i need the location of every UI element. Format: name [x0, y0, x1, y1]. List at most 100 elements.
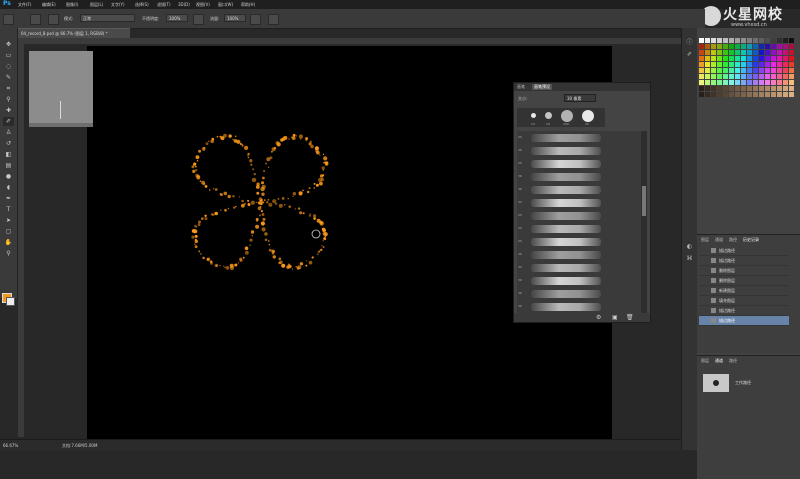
brush-panel-icon[interactable]: ✐ — [685, 50, 694, 59]
color-swatch[interactable] — [789, 86, 794, 91]
color-swatch[interactable] — [759, 86, 764, 91]
color-swatch[interactable] — [783, 38, 788, 43]
gradient-tool-icon[interactable]: ▤ — [3, 161, 14, 170]
tab-brush[interactable]: 画笔 — [517, 84, 525, 90]
color-swatch[interactable] — [777, 86, 782, 91]
color-swatch[interactable] — [729, 80, 734, 85]
type-tool-icon[interactable]: T — [3, 205, 14, 214]
color-swatch[interactable] — [771, 38, 776, 43]
brush-preset-row[interactable]: 36 — [517, 248, 645, 262]
color-swatch[interactable] — [729, 62, 734, 67]
color-swatch[interactable] — [759, 92, 764, 97]
color-swatch[interactable] — [729, 50, 734, 55]
color-swatch[interactable] — [735, 80, 740, 85]
color-swatch[interactable] — [777, 68, 782, 73]
color-swatch[interactable] — [711, 86, 716, 91]
color-swatch[interactable] — [771, 44, 776, 49]
brush-preset-row[interactable]: 25 — [517, 235, 645, 249]
zoom-readout[interactable]: 66.67% — [3, 443, 18, 448]
color-swatch[interactable] — [705, 92, 710, 97]
color-swatch[interactable] — [771, 92, 776, 97]
color-swatch[interactable] — [723, 56, 728, 61]
color-swatch[interactable] — [741, 56, 746, 61]
color-swatch[interactable] — [723, 44, 728, 49]
color-swatch[interactable] — [777, 50, 782, 55]
airbrush-icon[interactable] — [250, 14, 261, 25]
blur-tool-icon[interactable]: ● — [3, 172, 14, 181]
color-swatch[interactable] — [747, 56, 752, 61]
color-swatch[interactable] — [765, 74, 770, 79]
opacity-input[interactable]: 100% — [166, 14, 188, 22]
brush-preset-row[interactable]: 32 — [517, 261, 645, 275]
pressure-size-icon[interactable] — [268, 14, 279, 25]
color-swatch[interactable] — [783, 86, 788, 91]
color-swatch[interactable] — [783, 44, 788, 49]
color-swatch[interactable] — [765, 38, 770, 43]
menu-filter[interactable]: 滤镜(T) — [157, 2, 171, 8]
color-swatch[interactable] — [723, 38, 728, 43]
adjust-panel-icon[interactable]: ◐ — [685, 242, 694, 251]
brush-preset-dot[interactable] — [531, 113, 536, 118]
brush-preset-dot[interactable] — [561, 110, 573, 122]
color-swatch[interactable] — [753, 44, 758, 49]
info-panel-icon[interactable]: ⓘ — [685, 38, 694, 47]
brush-preset-row[interactable]: 25 — [517, 131, 645, 145]
color-swatch[interactable] — [747, 62, 752, 67]
history-item[interactable]: 填充图层 — [699, 296, 789, 306]
color-swatch[interactable] — [753, 80, 758, 85]
history-item[interactable]: 描边路径 — [699, 316, 789, 326]
pen-tool-icon[interactable]: ✒ — [3, 194, 14, 203]
color-swatch[interactable] — [729, 44, 734, 49]
color-swatch[interactable] — [747, 68, 752, 73]
color-swatch[interactable] — [729, 74, 734, 79]
brush-size-input[interactable]: 30 像素 — [564, 94, 596, 102]
color-swatch[interactable] — [777, 56, 782, 61]
new-preset-icon[interactable]: ▣ — [612, 314, 618, 321]
document-tab[interactable]: 04_record_8.psd @ 66.7% (图层 1, RGB/8) * — [18, 28, 130, 38]
color-swatch[interactable] — [747, 92, 752, 97]
hand-tool-icon[interactable]: ✋ — [3, 238, 14, 247]
color-swatch[interactable] — [735, 38, 740, 43]
color-swatch[interactable] — [699, 38, 704, 43]
menu-select[interactable]: 选择(S) — [135, 2, 149, 8]
color-swatch[interactable] — [783, 62, 788, 67]
tab-brush-presets[interactable]: 画笔预设 — [532, 84, 552, 90]
color-swatch[interactable] — [735, 68, 740, 73]
scrollbar-thumb[interactable] — [642, 186, 646, 216]
color-swatch[interactable] — [699, 68, 704, 73]
move-tool-icon[interactable]: ✥ — [3, 40, 14, 49]
color-swatch[interactable] — [747, 50, 752, 55]
color-swatch[interactable] — [753, 92, 758, 97]
color-swatch[interactable] — [729, 38, 734, 43]
flow-input[interactable]: 100% — [224, 14, 246, 22]
color-swatch[interactable] — [789, 68, 794, 73]
menu-help[interactable]: 帮助(H) — [241, 2, 255, 8]
color-swatch[interactable] — [759, 44, 764, 49]
color-swatch[interactable] — [705, 62, 710, 67]
color-swatch[interactable] — [711, 74, 716, 79]
color-swatch[interactable] — [711, 44, 716, 49]
color-swatch[interactable] — [753, 68, 758, 73]
color-swatch[interactable] — [699, 92, 704, 97]
tab-layers[interactable]: 图层 — [701, 237, 709, 243]
history-item[interactable]: 描边路径 — [699, 256, 789, 266]
color-swatch[interactable] — [717, 80, 722, 85]
color-swatch[interactable] — [765, 80, 770, 85]
menu-layer[interactable]: 图层(L) — [90, 2, 103, 8]
color-swatch[interactable] — [699, 50, 704, 55]
color-swatch[interactable] — [741, 92, 746, 97]
color-swatch[interactable] — [711, 80, 716, 85]
color-swatch[interactable] — [717, 56, 722, 61]
color-swatch[interactable] — [777, 74, 782, 79]
brush-preset-row[interactable]: 25 — [517, 157, 645, 171]
color-swatch[interactable] — [783, 56, 788, 61]
menu-3d[interactable]: 3D(D) — [178, 2, 190, 7]
color-swatch[interactable] — [711, 50, 716, 55]
color-swatch[interactable] — [783, 92, 788, 97]
color-swatch[interactable] — [741, 74, 746, 79]
brush-preset-row[interactable]: 50 — [517, 222, 645, 236]
color-swatch[interactable] — [771, 86, 776, 91]
color-swatch[interactable] — [723, 80, 728, 85]
background-color-swatch[interactable] — [6, 297, 15, 306]
color-swatch[interactable] — [699, 56, 704, 61]
